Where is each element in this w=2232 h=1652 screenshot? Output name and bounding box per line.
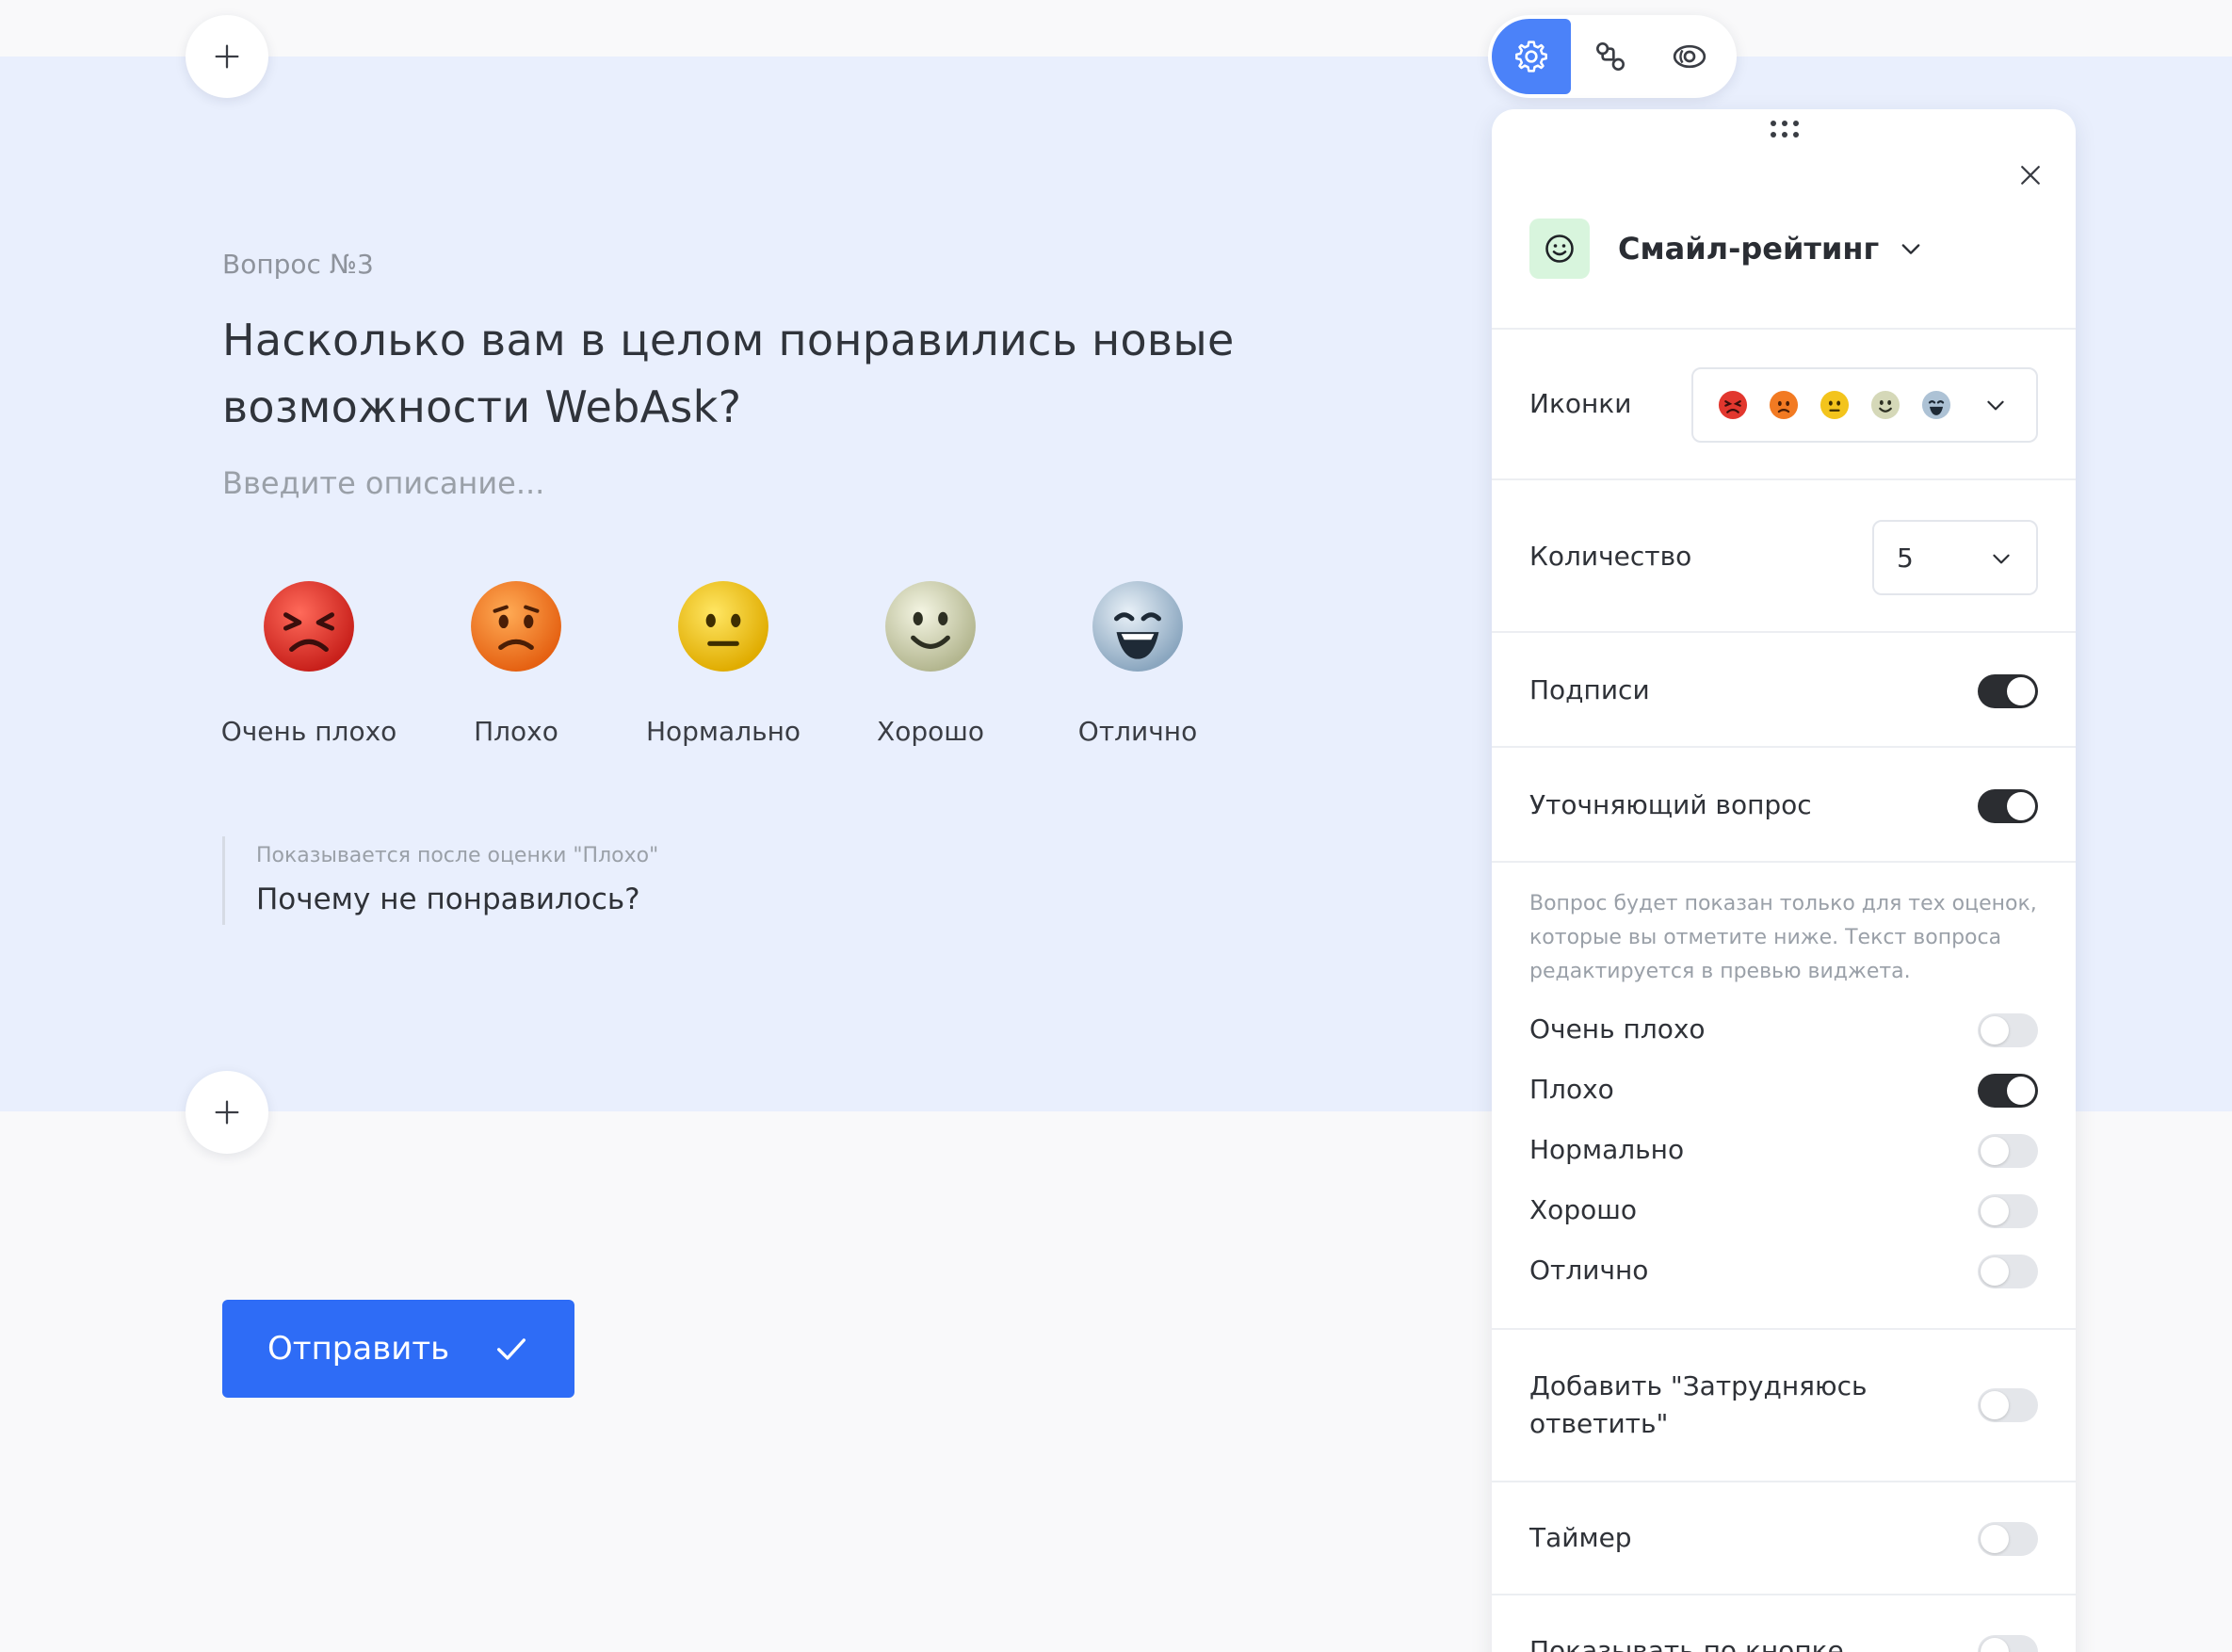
furious-face-icon (264, 581, 354, 672)
question-type-label: Смайл-рейтинг (1618, 231, 1880, 267)
sad-face-icon (471, 581, 561, 672)
divider (1492, 631, 2076, 633)
drag-handle-icon[interactable] (1769, 119, 1801, 139)
rating-option-very-bad[interactable]: Очень плохо (205, 578, 412, 747)
close-panel-button[interactable] (2002, 147, 2059, 203)
divider (1492, 1481, 2076, 1482)
clarify-hint: Вопрос будет показан только для тех оцен… (1529, 892, 2037, 983)
rating-label: Очень плохо (220, 716, 397, 747)
neutral-face-icon (678, 581, 768, 672)
clarify-option-label: Очень плохо (1529, 1013, 1706, 1045)
add-block-bottom-button[interactable] (186, 1071, 268, 1154)
rating-label: Отлично (1077, 716, 1198, 747)
clarify-label: Уточняющий вопрос (1529, 789, 1812, 820)
settings-panel: Смайл-рейтинг Иконки Количество 5 Подпис… (1492, 109, 2076, 1652)
preview-tab-button[interactable] (1650, 19, 1729, 94)
grinning-face-icon (1921, 390, 1951, 420)
captions-label: Подписи (1529, 674, 1650, 705)
submit-button[interactable]: Отправить (222, 1300, 574, 1398)
question-number: Вопрос №3 (222, 249, 374, 280)
rating-label: Плохо (474, 716, 558, 747)
rating-label: Нормально (645, 716, 801, 747)
clarify-option-label: Плохо (1529, 1074, 1614, 1105)
grinning-face-icon (1092, 581, 1183, 672)
furious-face-icon (1718, 390, 1748, 420)
captions-toggle[interactable] (1978, 674, 2038, 708)
gear-icon (1515, 40, 1547, 73)
clarify-option-very-bad-toggle[interactable] (1978, 1013, 2038, 1047)
icons-select[interactable] (1691, 367, 2038, 443)
editor-toolbar (1488, 15, 1737, 98)
question-title[interactable]: Насколько вам в целом понравились новые … (222, 307, 1484, 441)
followup-hint: Показывается после оценки "Плохо" (256, 844, 659, 867)
smiley-icon (1545, 235, 1574, 263)
count-select[interactable]: 5 (1872, 520, 2038, 595)
smiling-face-icon (1870, 390, 1900, 420)
clarify-option-bad-toggle[interactable] (1978, 1074, 2038, 1108)
show-by-button-toggle[interactable] (1978, 1635, 2038, 1652)
plus-icon (215, 1100, 239, 1125)
divider (1492, 328, 2076, 330)
show-by-button-label: Показывать по кнопке (1529, 1635, 1844, 1652)
timer-toggle[interactable] (1978, 1522, 2038, 1556)
divider (1492, 478, 2076, 480)
followup-question[interactable]: Почему не понравилось? (256, 883, 658, 916)
submit-label: Отправить (267, 1330, 450, 1368)
smiling-face-icon (885, 581, 976, 672)
rating-label: Хорошо (877, 716, 984, 747)
logic-tab-button[interactable] (1571, 19, 1650, 94)
clarify-option-label: Отлично (1529, 1255, 1649, 1286)
question-type-select[interactable]: Смайл-рейтинг (1529, 219, 1924, 279)
count-label: Количество (1529, 541, 1692, 572)
checkmark-icon (497, 1338, 526, 1360)
settings-tab-button[interactable] (1492, 19, 1571, 94)
chevron-down-icon (1993, 554, 2010, 564)
rating-option-normal[interactable]: Нормально (620, 578, 827, 747)
clarify-option-normal-toggle[interactable] (1978, 1134, 2038, 1168)
eye-icon (1673, 44, 1706, 69)
rating-option-good[interactable]: Хорошо (827, 578, 1034, 747)
chevron-down-icon (1901, 244, 1920, 254)
followup-question-block[interactable]: Показывается после оценки "Плохо" Почему… (222, 836, 658, 925)
icons-label: Иконки (1529, 388, 1632, 419)
divider (1492, 746, 2076, 748)
plus-icon (215, 44, 239, 69)
question-type-badge (1529, 219, 1590, 279)
clarify-option-good-toggle[interactable] (1978, 1194, 2038, 1228)
timer-label: Таймер (1529, 1522, 1632, 1553)
add-block-top-button[interactable] (186, 15, 268, 98)
rating-option-bad[interactable]: Плохо (412, 578, 620, 747)
divider (1492, 1328, 2076, 1330)
clarify-toggle[interactable] (1978, 789, 2038, 823)
difficult-toggle[interactable] (1978, 1388, 2038, 1422)
clarify-option-label: Хорошо (1529, 1194, 1637, 1225)
count-value: 5 (1897, 542, 1914, 574)
rating-option-excellent[interactable]: Отлично (1034, 578, 1241, 747)
divider (1492, 861, 2076, 863)
sad-face-icon (1769, 390, 1799, 420)
branch-logic-icon (1595, 41, 1625, 72)
close-icon (2021, 166, 2040, 185)
difficult-label: Добавить "Затрудняюсь ответить" (1529, 1370, 1868, 1439)
clarify-option-label: Нормально (1529, 1134, 1685, 1165)
chevron-down-icon (1987, 400, 2004, 411)
question-description-input[interactable]: Введите описание... (222, 465, 544, 501)
neutral-face-icon (1820, 390, 1850, 420)
clarify-option-excellent-toggle[interactable] (1978, 1255, 2038, 1288)
divider (1492, 1594, 2076, 1595)
